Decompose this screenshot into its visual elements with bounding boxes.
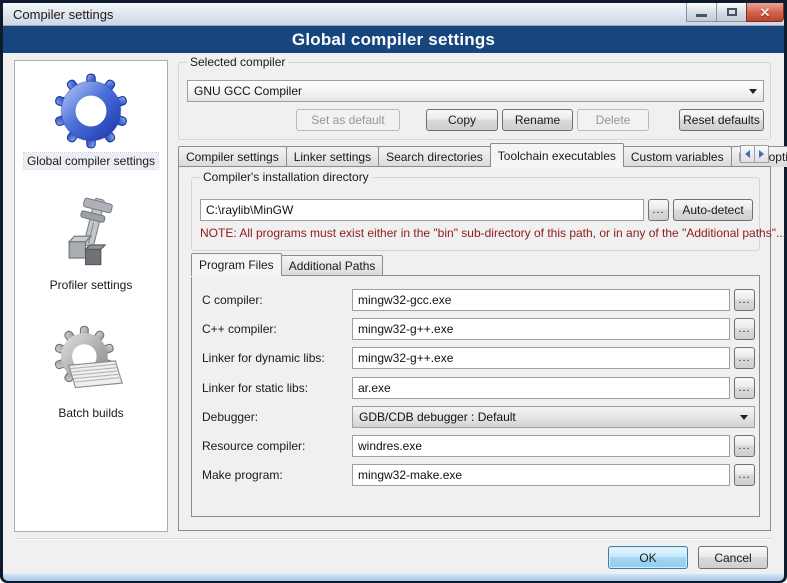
dialog-body: Global compiler settings Profiler settin…: [3, 53, 784, 574]
blue-gear-icon: [53, 73, 129, 149]
field-label: Resource compiler:: [202, 439, 305, 453]
subtab-program-files[interactable]: Program Files: [191, 253, 282, 276]
toolchain-executables-panel: Compiler's installation directory ... Au…: [178, 166, 771, 531]
sidebar-item-label: Global compiler settings: [24, 153, 158, 169]
resource-compiler-input[interactable]: [352, 435, 730, 457]
make-program-row: Make program: ...: [192, 464, 759, 486]
tab-scroll-right-icon: [759, 150, 764, 158]
close-icon: ✕: [760, 6, 771, 19]
dropdown-arrow-icon: [740, 415, 748, 420]
minimize-button[interactable]: [686, 3, 717, 22]
cpp-compiler-browse-button[interactable]: ...: [734, 318, 755, 340]
field-label: C compiler:: [202, 293, 263, 307]
compiler-select[interactable]: GNU GCC Compiler: [187, 80, 764, 102]
field-label: Linker for static libs:: [202, 381, 308, 395]
tab-scroll-left-icon: [745, 150, 750, 158]
sidebar-item-profiler-settings[interactable]: Profiler settings: [47, 195, 136, 293]
window-title: Compiler settings: [13, 7, 113, 22]
install-dir-group: Compiler's installation directory ... Au…: [191, 177, 760, 251]
cpp-compiler-input[interactable]: [352, 318, 730, 340]
maximize-icon: [727, 8, 737, 16]
make-program-browse-button[interactable]: ...: [734, 464, 755, 486]
copy-button[interactable]: Copy: [426, 109, 498, 131]
dropdown-arrow-icon: [749, 89, 757, 94]
selected-compiler-group: Selected compiler GNU GCC Compiler Set a…: [178, 62, 771, 140]
dynamic-linker-row: Linker for dynamic libs: ...: [192, 347, 759, 369]
dynamic-linker-input[interactable]: [352, 347, 730, 369]
sidebar-item-batch-builds[interactable]: Batch builds: [51, 323, 131, 421]
subtab-additional-paths[interactable]: Additional Paths: [281, 255, 384, 276]
dynamic-linker-browse-button[interactable]: ...: [734, 347, 755, 369]
static-linker-row: Linker for static libs: ...: [192, 377, 759, 399]
tab-scroll-right-button[interactable]: [754, 145, 769, 163]
tab-toolchain-executables[interactable]: Toolchain executables: [490, 143, 624, 167]
c-compiler-row: C compiler: ...: [192, 289, 759, 311]
install-dir-browse-button[interactable]: ...: [648, 199, 669, 221]
dialog-header: Global compiler settings: [3, 26, 784, 53]
program-files-panel: C compiler: ... C++ compiler: ... Linker…: [191, 275, 760, 517]
debugger-select-value: GDB/CDB debugger : Default: [359, 410, 516, 424]
auto-detect-button[interactable]: Auto-detect: [673, 199, 753, 221]
window-frame-bottom: [3, 574, 784, 581]
delete-button[interactable]: Delete: [577, 109, 649, 131]
c-compiler-input[interactable]: [352, 289, 730, 311]
rename-button[interactable]: Rename: [502, 109, 573, 131]
ok-button[interactable]: OK: [608, 546, 688, 569]
title-bar[interactable]: Compiler settings ✕: [3, 3, 784, 26]
static-linker-input[interactable]: [352, 377, 730, 399]
sidebar-item-label: Batch builds: [55, 405, 126, 421]
c-compiler-browse-button[interactable]: ...: [734, 289, 755, 311]
page-title: Global compiler settings: [292, 30, 495, 50]
tab-scroll-left-button[interactable]: [740, 145, 755, 163]
reset-defaults-button[interactable]: Reset defaults: [679, 109, 764, 131]
toolchain-subtab-bar: Program Files Additional Paths: [191, 253, 382, 276]
tab-custom-variables[interactable]: Custom variables: [623, 146, 732, 167]
footer-separator: [14, 538, 772, 540]
maximize-button[interactable]: [716, 3, 747, 22]
static-linker-browse-button[interactable]: ...: [734, 377, 755, 399]
field-label: Linker for dynamic libs:: [202, 351, 325, 365]
field-label: Make program:: [202, 468, 283, 482]
debugger-row: Debugger: GDB/CDB debugger : Default: [192, 406, 759, 428]
install-dir-note: NOTE: All programs must exist either in …: [200, 226, 786, 240]
settings-tab-bar: Compiler settings Linker settings Search…: [178, 143, 771, 167]
install-dir-group-label: Compiler's installation directory: [200, 170, 372, 184]
tab-compiler-settings[interactable]: Compiler settings: [178, 146, 287, 167]
sidebar-item-global-compiler-settings[interactable]: Global compiler settings: [24, 73, 158, 169]
dialog-window: Compiler settings ✕ Global compiler sett…: [0, 0, 787, 583]
sidebar-item-label: Profiler settings: [47, 277, 136, 293]
debugger-select[interactable]: GDB/CDB debugger : Default: [352, 406, 755, 428]
resource-compiler-row: Resource compiler: ...: [192, 435, 759, 457]
compiler-select-value: GNU GCC Compiler: [194, 84, 302, 98]
settings-category-list: Global compiler settings Profiler settin…: [14, 60, 168, 532]
selected-compiler-group-label: Selected compiler: [187, 55, 288, 69]
close-button[interactable]: ✕: [746, 3, 784, 22]
cancel-button[interactable]: Cancel: [698, 546, 768, 569]
tab-search-directories[interactable]: Search directories: [378, 146, 491, 167]
gear-stack-icon: [51, 323, 131, 401]
caliper-icon: [56, 195, 126, 273]
install-dir-input[interactable]: [200, 199, 644, 221]
make-program-input[interactable]: [352, 464, 730, 486]
field-label: Debugger:: [202, 410, 258, 424]
tab-linker-settings[interactable]: Linker settings: [286, 146, 379, 167]
set-as-default-button[interactable]: Set as default: [296, 109, 400, 131]
minimize-icon: [696, 14, 707, 17]
resource-compiler-browse-button[interactable]: ...: [734, 435, 755, 457]
field-label: C++ compiler:: [202, 322, 277, 336]
cpp-compiler-row: C++ compiler: ...: [192, 318, 759, 340]
